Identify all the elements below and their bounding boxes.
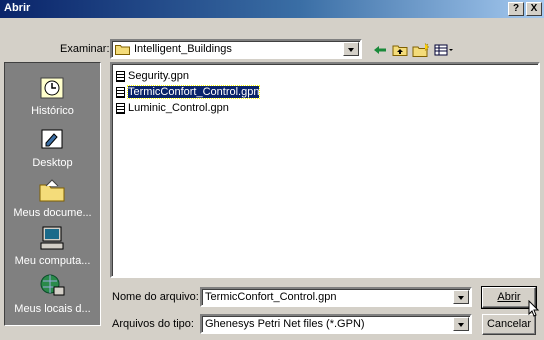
title-bar[interactable]: Abrir ? X bbox=[0, 0, 544, 18]
back-arrow-icon[interactable] bbox=[372, 42, 388, 58]
filename-label: Nome do arquivo: bbox=[112, 291, 199, 303]
list-item[interactable]: Luminic_Control.gpn bbox=[116, 101, 229, 115]
lookin-label: Examinar: bbox=[60, 43, 110, 55]
place-label: Meus docume... bbox=[13, 207, 92, 219]
places-bar: Histórico Desktop Meus docume... Meu com… bbox=[4, 62, 101, 326]
place-label: Histórico bbox=[31, 105, 74, 117]
place-label: Meus locais d... bbox=[14, 303, 91, 315]
file-icon bbox=[116, 70, 125, 82]
place-my-documents[interactable]: Meus docume... bbox=[5, 175, 100, 223]
place-desktop[interactable]: Desktop bbox=[5, 125, 100, 173]
list-item[interactable]: Segurity.gpn bbox=[116, 69, 189, 83]
help-button[interactable]: ? bbox=[508, 2, 524, 16]
history-icon bbox=[37, 75, 67, 101]
place-history[interactable]: Histórico bbox=[5, 73, 100, 121]
place-label: Meu computa... bbox=[14, 255, 91, 267]
my-documents-icon bbox=[37, 177, 67, 203]
file-list[interactable]: Segurity.gpn TermicConfort_Control.gpn L… bbox=[110, 62, 540, 278]
desktop-icon bbox=[37, 127, 67, 153]
up-folder-icon[interactable] bbox=[392, 42, 408, 58]
filetype-value: Ghenesys Petri Net files (*.GPN) bbox=[205, 318, 365, 330]
my-computer-icon bbox=[37, 225, 67, 251]
filetype-label: Arquivos do tipo: bbox=[112, 318, 194, 330]
filename-value: TermicConfort_Control.gpn bbox=[205, 291, 337, 303]
dialog-title: Abrir bbox=[4, 2, 31, 14]
filename-input[interactable]: TermicConfort_Control.gpn bbox=[200, 287, 472, 307]
filetype-select[interactable]: Ghenesys Petri Net files (*.GPN) bbox=[200, 314, 472, 334]
new-folder-icon[interactable] bbox=[412, 42, 430, 58]
mouse-cursor-icon bbox=[528, 299, 540, 318]
chevron-down-icon[interactable] bbox=[343, 42, 359, 56]
lookin-value: Intelligent_Buildings bbox=[134, 43, 232, 55]
place-label: Desktop bbox=[32, 157, 73, 169]
list-item[interactable]: TermicConfort_Control.gpn bbox=[116, 85, 261, 99]
chevron-down-icon[interactable] bbox=[453, 317, 469, 331]
chevron-down-icon[interactable] bbox=[453, 290, 469, 304]
folder-icon bbox=[115, 43, 130, 55]
open-file-dialog: Abrir ? X Examinar: Intelligent_Building… bbox=[0, 0, 544, 340]
close-button[interactable]: X bbox=[526, 2, 542, 16]
place-network[interactable]: Meus locais d... bbox=[5, 271, 100, 319]
view-menu-icon[interactable] bbox=[434, 42, 454, 58]
file-icon bbox=[116, 86, 125, 98]
place-my-computer[interactable]: Meu computa... bbox=[5, 223, 100, 271]
file-icon bbox=[116, 102, 125, 114]
network-places-icon bbox=[37, 273, 67, 299]
lookin-combo[interactable]: Intelligent_Buildings bbox=[110, 39, 362, 59]
